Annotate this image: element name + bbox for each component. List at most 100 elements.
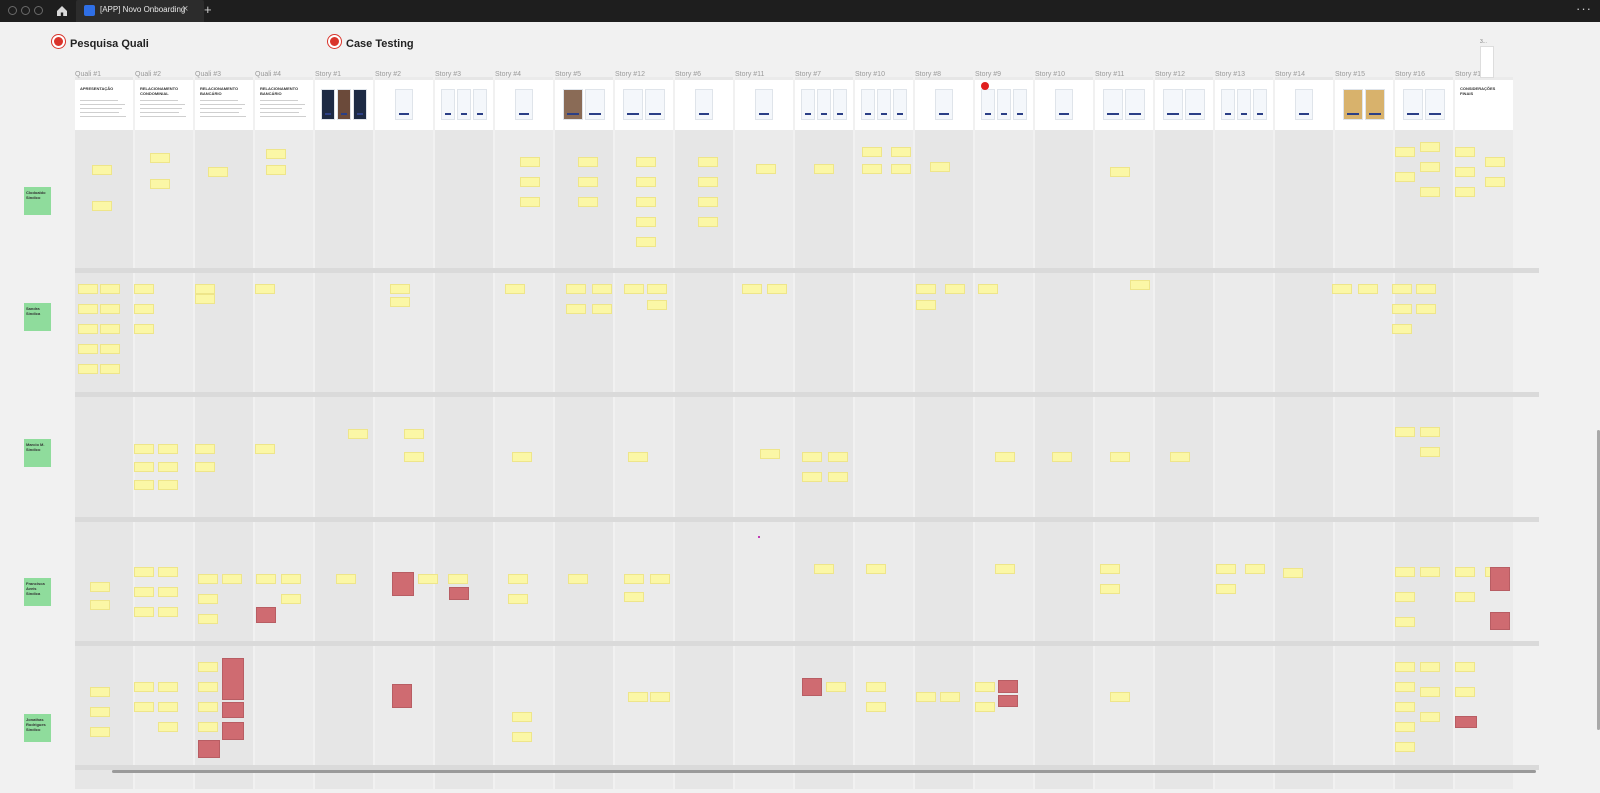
sticky-note[interactable] [281,574,301,584]
sticky-note[interactable] [198,594,218,604]
sticky-note[interactable] [78,284,98,294]
sticky-note[interactable] [520,157,540,167]
sticky-note[interactable] [418,574,438,584]
sticky-note-red[interactable] [222,658,244,700]
sticky-note[interactable] [891,164,911,174]
sticky-note-red[interactable] [998,695,1018,707]
window-maximize-dot[interactable] [34,6,43,15]
sticky-note[interactable] [760,449,780,459]
sticky-note[interactable] [1455,187,1475,197]
sticky-note[interactable] [100,304,120,314]
sticky-note[interactable] [134,304,154,314]
sticky-note[interactable] [1395,147,1415,157]
sticky-note-red[interactable] [198,740,220,758]
sticky-note[interactable] [1052,452,1072,462]
sticky-note[interactable] [158,567,178,577]
sticky-note[interactable] [1395,427,1415,437]
sticky-note[interactable] [592,284,612,294]
sticky-note[interactable] [134,607,154,617]
sticky-note[interactable] [814,164,834,174]
sticky-note[interactable] [198,722,218,732]
sticky-note[interactable] [1283,568,1303,578]
sticky-note[interactable] [1420,427,1440,437]
sticky-note[interactable] [520,177,540,187]
sticky-note[interactable] [1395,722,1415,732]
sticky-note[interactable] [78,324,98,334]
sticky-note-red[interactable] [222,702,244,718]
sticky-note[interactable] [647,300,667,310]
sticky-note[interactable] [512,712,532,722]
sticky-note[interactable] [100,324,120,334]
sticky-note-red[interactable] [998,680,1018,693]
sticky-note[interactable] [1455,687,1475,697]
sticky-note[interactable] [512,732,532,742]
sticky-note[interactable] [1420,447,1440,457]
sticky-note[interactable] [592,304,612,314]
sticky-note[interactable] [158,702,178,712]
sticky-note[interactable] [698,217,718,227]
sticky-note[interactable] [100,284,120,294]
story-card[interactable] [915,80,973,130]
sticky-note[interactable] [1130,280,1150,290]
tab-novo-onboarding[interactable]: [APP] Novo Onboarding × [76,0,204,22]
sticky-note[interactable] [90,687,110,697]
sticky-note[interactable] [90,707,110,717]
sticky-note[interactable] [134,480,154,490]
sticky-note[interactable] [636,177,656,187]
sticky-note[interactable] [134,284,154,294]
sticky-note[interactable] [92,201,112,211]
sticky-note[interactable] [1395,742,1415,752]
sticky-note[interactable] [134,587,154,597]
sticky-note[interactable] [222,574,242,584]
quali-card[interactable]: RELACIONAMENTO CONDOMINIAL [135,80,193,130]
sticky-note[interactable] [628,692,648,702]
sticky-note[interactable] [802,472,822,482]
sticky-note[interactable] [1420,187,1440,197]
sticky-note[interactable] [698,177,718,187]
sticky-note[interactable] [266,149,286,159]
sticky-note[interactable] [404,429,424,439]
sticky-note[interactable] [1110,692,1130,702]
sticky-note[interactable] [78,304,98,314]
sticky-note[interactable] [1395,172,1415,182]
sticky-note[interactable] [198,682,218,692]
sticky-note[interactable] [828,452,848,462]
overflow-thumbnail[interactable] [1480,46,1494,78]
sticky-note[interactable] [208,167,228,177]
sticky-note[interactable] [636,157,656,167]
sticky-note[interactable] [78,344,98,354]
story-card[interactable] [375,80,433,130]
sticky-note[interactable] [158,444,178,454]
quali-card[interactable]: RELACIONAMENTO BANCÁRIO [255,80,313,130]
sticky-note[interactable] [916,300,936,310]
sticky-note[interactable] [90,727,110,737]
sticky-note[interactable] [198,574,218,584]
sticky-note[interactable] [916,692,936,702]
more-menu-button[interactable]: ··· [1576,1,1592,16]
sticky-note[interactable] [578,177,598,187]
story-card[interactable] [1275,80,1333,130]
sticky-note[interactable] [158,607,178,617]
sticky-note[interactable] [198,702,218,712]
sticky-note[interactable] [826,682,846,692]
sticky-note[interactable] [975,702,995,712]
sticky-note[interactable] [150,153,170,163]
sticky-note[interactable] [1245,564,1265,574]
board-canvas[interactable]: Pesquisa Quali Case Testing Quali #1 APRE… [0,22,1600,793]
sticky-note[interactable] [1395,567,1415,577]
sticky-note[interactable] [1420,142,1440,152]
story-card[interactable] [555,80,613,130]
story-card[interactable] [315,80,373,130]
sticky-note[interactable] [940,692,960,702]
sticky-note[interactable] [150,179,170,189]
sticky-note[interactable] [828,472,848,482]
sticky-note[interactable] [568,574,588,584]
sticky-note-red[interactable] [392,684,412,708]
sticky-note[interactable] [636,217,656,227]
sticky-note[interactable] [862,164,882,174]
sticky-note[interactable] [134,682,154,692]
story-card[interactable] [1095,80,1153,130]
sticky-note[interactable] [390,297,410,307]
sticky-note[interactable] [624,284,644,294]
sticky-note[interactable] [995,564,1015,574]
